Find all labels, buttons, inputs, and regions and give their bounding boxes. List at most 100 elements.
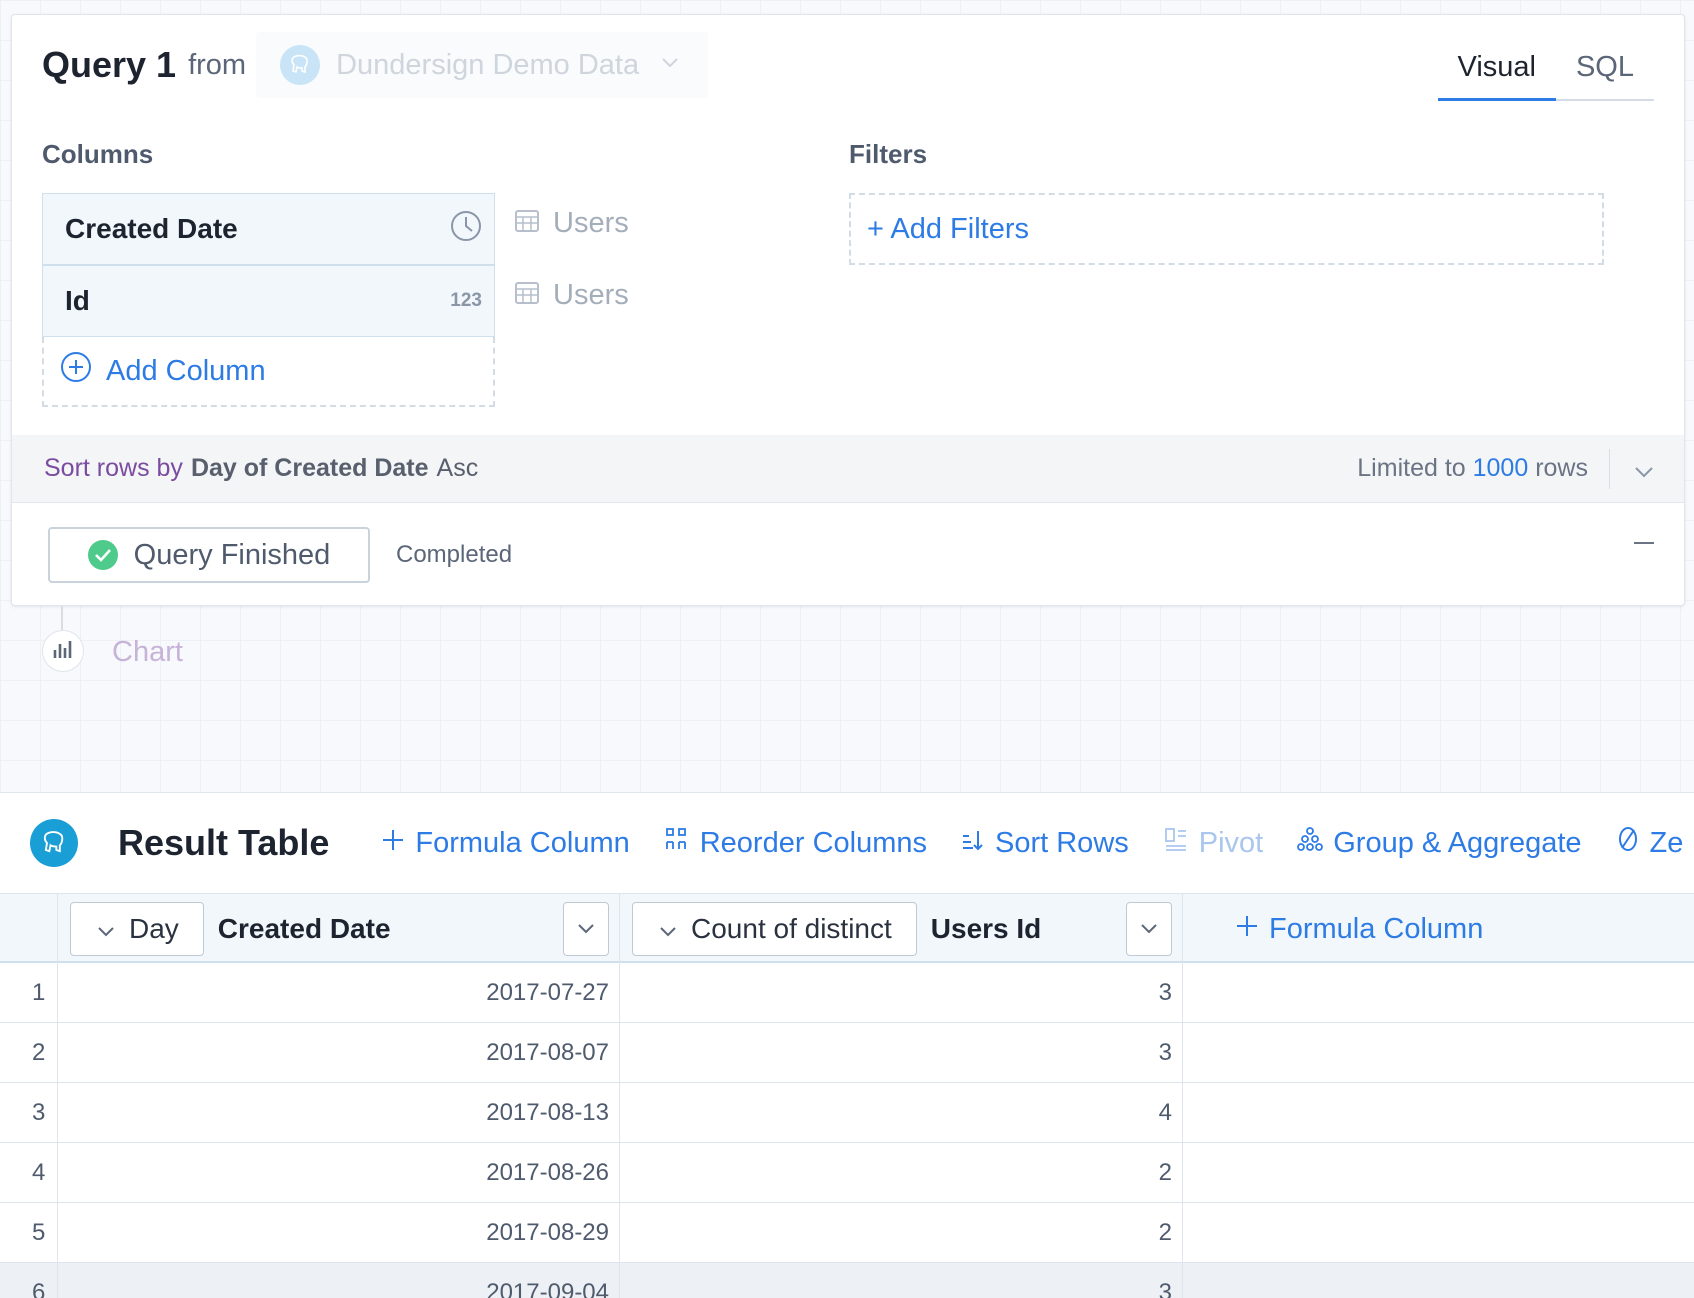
action-label: Pivot <box>1198 826 1264 859</box>
table-row: 5 2017-08-29 2 <box>0 1203 1694 1263</box>
row-limit[interactable]: Limited to 1000 rows <box>1357 454 1588 483</box>
header-add-formula: Formula Column <box>1183 894 1694 964</box>
action-label: Formula Column <box>415 826 630 859</box>
table-row: 2 2017-08-07 3 <box>0 1023 1694 1083</box>
cell-users-id-count[interactable]: 4 <box>620 1083 1183 1143</box>
tab-visual[interactable]: Visual <box>1437 37 1556 101</box>
add-column-button[interactable]: Add Column <box>42 337 495 407</box>
column-menu-button[interactable] <box>1126 902 1172 956</box>
datasource-name: Dundersign Demo Data <box>336 48 640 81</box>
header-name: Created Date <box>217 913 391 944</box>
sort-field: Day of Created Date <box>190 454 429 482</box>
row-limit-prefix: Limited to <box>1357 454 1466 482</box>
column-id[interactable]: Id 123 <box>42 265 495 337</box>
column-source: Users <box>515 207 629 240</box>
chevron-down-icon <box>97 913 129 945</box>
cell-users-id-count[interactable]: 3 <box>620 1023 1183 1083</box>
collapse-icon[interactable] <box>1634 542 1654 544</box>
cell-users-id-count[interactable]: 3 <box>620 1263 1183 1298</box>
row-limit-suffix: rows <box>1535 454 1588 482</box>
table-row: 4 2017-08-26 2 <box>0 1143 1694 1203</box>
zero-fill-button[interactable]: Ze <box>1616 826 1684 860</box>
divider <box>1609 449 1610 489</box>
cell-created-date[interactable]: 2017-08-07 <box>58 1023 620 1083</box>
add-filters-button[interactable]: + Add Filters <box>849 193 1604 265</box>
query-status-label: Query Finished <box>133 538 331 571</box>
chart-label[interactable]: Chart <box>112 636 183 669</box>
aggregation-select[interactable]: Count of distinct <box>632 902 917 956</box>
row-index-header <box>0 894 58 964</box>
row-index: 2 <box>0 1023 58 1083</box>
action-label: Ze <box>1649 826 1684 859</box>
sort-bar[interactable]: Sort rows by Day of Created Date Asc Lim… <box>12 435 1684 503</box>
row-index: 6 <box>0 1263 58 1298</box>
sort-rows-button[interactable]: Sort Rows <box>961 827 1129 860</box>
table-icon <box>515 279 553 312</box>
plus-icon <box>381 827 415 860</box>
aggregation-label: Count of distinct <box>691 913 892 944</box>
chevron-down-icon <box>661 56 679 74</box>
check-circle-icon <box>87 540 118 570</box>
sort-icon <box>961 827 995 860</box>
header-name: Users Id <box>930 913 1042 944</box>
postgres-icon <box>30 819 78 867</box>
action-label: Sort Rows <box>995 826 1129 859</box>
sort-direction: Asc <box>436 454 479 482</box>
status-bar: Query Finished Completed <box>12 504 1684 606</box>
number-type-badge: 123 <box>450 290 482 311</box>
formula-column-button[interactable]: Formula Column <box>381 826 630 860</box>
add-formula-column-button[interactable]: Formula Column <box>1183 913 1483 946</box>
query-card: Query 1 from Dundersign Demo Data Visual… <box>11 14 1685 606</box>
chevron-down-icon[interactable] <box>1634 457 1654 486</box>
status-text: Completed <box>396 541 513 568</box>
column-source: Users <box>515 279 629 312</box>
cell-empty <box>1183 1263 1694 1298</box>
query-header: Query 1 from Dundersign Demo Data <box>42 32 709 98</box>
action-label: Group & Aggregate <box>1333 826 1582 859</box>
row-index: 5 <box>0 1203 58 1263</box>
datasource-select[interactable]: Dundersign Demo Data <box>256 32 709 98</box>
aggregation-select[interactable]: Day <box>70 902 204 956</box>
group-icon <box>1297 826 1333 860</box>
plus-icon <box>1235 913 1269 946</box>
query-title[interactable]: Query 1 <box>42 44 176 86</box>
result-title: Result Table <box>118 822 330 863</box>
table-row: 3 2017-08-13 4 <box>0 1083 1694 1143</box>
query-status-button[interactable]: Query Finished <box>48 527 370 583</box>
bar-chart-icon <box>52 638 74 665</box>
mode-tabs: Visual SQL <box>1437 37 1654 101</box>
chart-node[interactable] <box>42 630 84 672</box>
aggregation-label: Day <box>129 913 179 944</box>
row-limit-count: 1000 <box>1472 454 1529 482</box>
cell-created-date[interactable]: 2017-08-13 <box>58 1083 620 1143</box>
grid-body: 1 2017-07-27 3 2 2017-08-07 3 3 2017-08-13 4 4 201… <box>0 963 1694 1298</box>
pivot-icon <box>1163 826 1199 860</box>
chevron-down-icon <box>659 913 691 945</box>
grid-header: Day Created Date Count of distinct Users… <box>0 893 1694 964</box>
reorder-columns-button[interactable]: Reorder Columns <box>664 826 927 860</box>
table-row: 6 2017-09-04 3 <box>0 1263 1694 1298</box>
cell-users-id-count[interactable]: 3 <box>620 963 1183 1023</box>
cell-users-id-count[interactable]: 2 <box>620 1143 1183 1203</box>
pivot-button[interactable]: Pivot <box>1163 826 1263 860</box>
header-users-id: Count of distinct Users Id <box>620 894 1183 964</box>
cell-created-date[interactable]: 2017-08-26 <box>58 1143 620 1203</box>
cell-created-date[interactable]: 2017-07-27 <box>58 963 620 1023</box>
column-created-date[interactable]: Created Date <box>42 193 495 265</box>
column-source-label: Users <box>553 279 629 311</box>
filters-label: Filters <box>849 139 928 169</box>
add-filters-label: + Add Filters <box>867 212 1029 245</box>
cell-users-id-count[interactable]: 2 <box>620 1203 1183 1263</box>
result-toolbar: Result Table Formula Column Reorder Colu… <box>0 793 1694 893</box>
row-index: 3 <box>0 1083 58 1143</box>
cell-created-date[interactable]: 2017-09-04 <box>58 1263 620 1298</box>
column-name: Created Date <box>65 213 238 244</box>
column-name: Id <box>65 285 90 316</box>
group-aggregate-button[interactable]: Group & Aggregate <box>1297 826 1582 860</box>
column-source-label: Users <box>553 207 629 239</box>
header-created-date: Day Created Date <box>58 894 620 964</box>
column-menu-button[interactable] <box>563 902 609 956</box>
tab-sql[interactable]: SQL <box>1556 37 1654 99</box>
postgres-icon <box>280 45 321 85</box>
cell-created-date[interactable]: 2017-08-29 <box>58 1203 620 1263</box>
